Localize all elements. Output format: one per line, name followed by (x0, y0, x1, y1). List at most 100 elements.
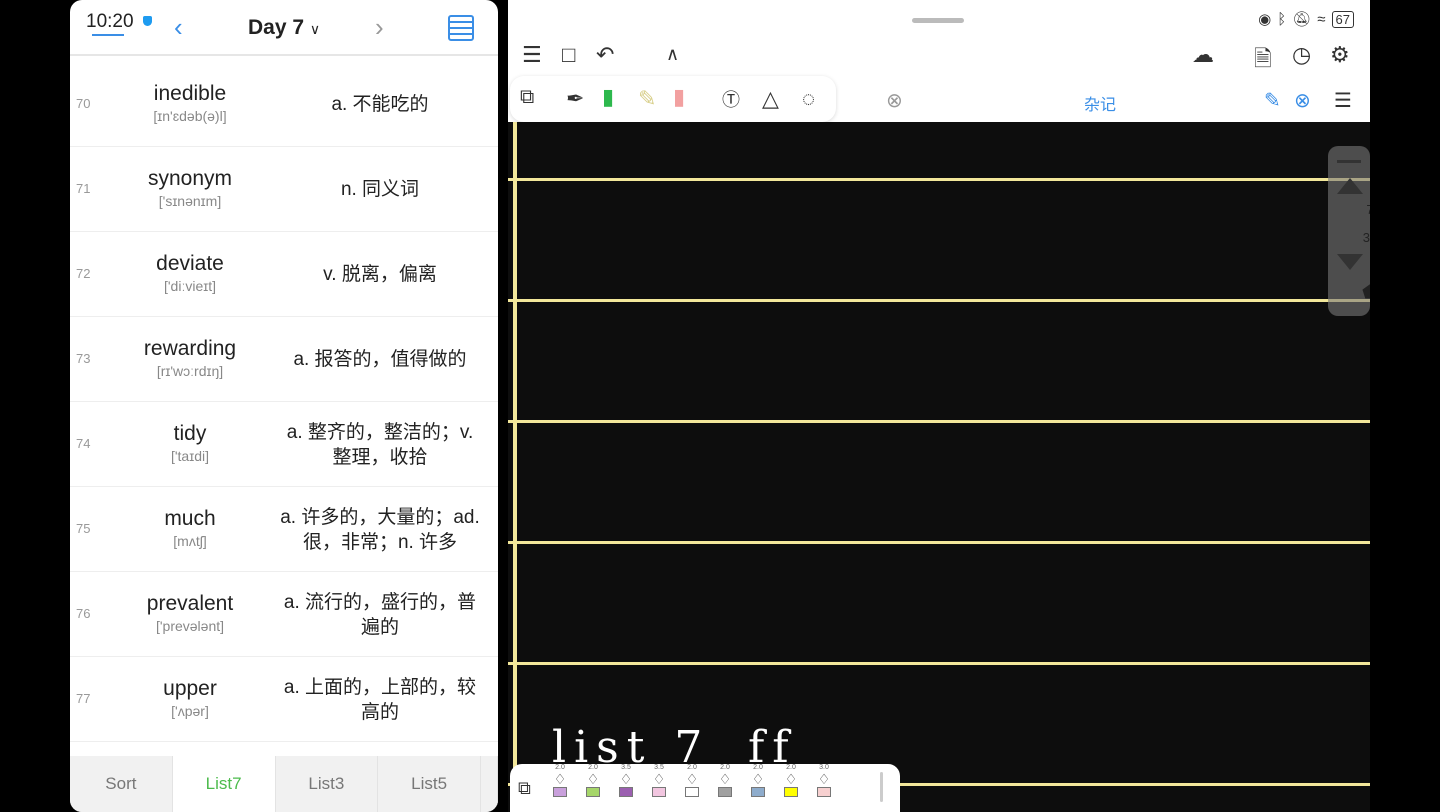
tab-overflow[interactable] (481, 756, 498, 812)
text-box-icon[interactable]: Ⓣ (722, 86, 740, 112)
pen-preset[interactable]: 2.0 ♢ (715, 764, 735, 797)
swap-icon[interactable]: ⧉ (520, 86, 534, 109)
read-mode-icon[interactable]: □ (562, 42, 575, 68)
word-row[interactable]: 77 upper ['ʌpər] a. 上面的，上部的，较高的 (70, 657, 498, 742)
pen-nib-icon: ♢ (817, 771, 831, 787)
row-number: 72 (76, 266, 91, 281)
pen-preset[interactable]: 2.0 ♢ (583, 764, 603, 797)
definition: a. 报答的，值得做的 (275, 317, 485, 402)
definition: a. 流行的，盛行的，普遍的 (275, 572, 485, 657)
pen-color-swatch (685, 787, 699, 797)
pen-size: 2.0 (588, 764, 598, 771)
gear-icon[interactable]: ⚙︎ (1330, 42, 1350, 68)
shield-icon (143, 16, 152, 26)
pen-size: 3.0 (819, 764, 829, 771)
pen-preset[interactable]: 3.5 ♢ (616, 764, 636, 797)
close-icon[interactable]: ⊗ (1294, 88, 1311, 113)
page-up-button[interactable] (1337, 178, 1363, 194)
mute-icon: 🔕︎ (1292, 11, 1312, 28)
page-navigator: 7 30 ⬟ (1328, 146, 1370, 316)
word-row[interactable]: 73 rewarding [rɪ'wɔːrdɪŋ] a. 报答的，值得做的 (70, 317, 498, 402)
tab-list3[interactable]: List3 (276, 756, 379, 812)
day-selector[interactable]: Day 7 ∨ (248, 16, 320, 40)
definition-text: a. 报答的，值得做的 (293, 349, 467, 370)
swap-icon[interactable]: ⧉ (518, 778, 531, 799)
ruled-line (508, 299, 1370, 302)
pen-preset[interactable]: 2.0 ♢ (550, 764, 570, 797)
pen-color-swatch (718, 787, 732, 797)
definition: a. 不能吃的 (275, 62, 485, 147)
definition-text: a. 许多的，大量的；ad. 很，非常；n. 许多 (280, 506, 480, 553)
word: rewarding (143, 337, 237, 360)
pen-nib-icon: ♢ (784, 771, 798, 787)
word: much (164, 507, 216, 530)
layers-icon[interactable]: ⬟ (1349, 282, 1370, 303)
tab-list7[interactable]: List7 (172, 756, 276, 812)
cloud-sync-icon[interactable]: ☁︎ (1192, 42, 1214, 68)
word-row[interactable]: 71 synonym ['sɪnənɪm] n. 同义词 (70, 147, 498, 232)
chevron-down-icon: ∨ (309, 21, 321, 37)
ruled-line (508, 541, 1370, 544)
toolbar: ◉ ᛒ 🔕︎ ≈67 ☰ □ ↶ ∧ ☁︎ 🗎︎ ◷ ⚙︎ ⧉ ✒︎ ▮ ✎︎ ▮ Ⓣ… (508, 0, 1370, 122)
word: tidy (173, 422, 207, 445)
pen-preset[interactable]: 3.5 ♢ (649, 764, 669, 797)
prev-day-button[interactable]: ‹ (174, 12, 183, 43)
pen-size: 2.0 (555, 764, 565, 771)
phonetic: ['ʌpər] (171, 703, 209, 719)
collapse-icon[interactable]: ∧ (666, 44, 679, 65)
clock-icon[interactable]: ◷ (1292, 42, 1311, 68)
definition-text: v. 脱离，偏离 (323, 264, 437, 285)
drag-handle[interactable] (912, 18, 964, 23)
search-document-icon[interactable]: 🗎︎ (1254, 42, 1272, 80)
pen-color-swatch (619, 787, 633, 797)
menu-icon[interactable]: ☰ (522, 42, 542, 68)
pen-preset[interactable]: 2.0 ♢ (748, 764, 768, 797)
phonetic: [ɪn'ɛdəb(ə)l] (153, 108, 227, 124)
pen-preset[interactable]: 3.0 ♢ (814, 764, 834, 797)
definition-text: a. 上面的，上部的，较高的 (283, 676, 477, 723)
eraser-icon[interactable]: ▮ (673, 84, 685, 110)
undo-icon[interactable]: ↶ (596, 42, 614, 68)
wifi-icon: ≈ (1317, 10, 1326, 28)
note-title[interactable]: 杂记 (1084, 91, 1116, 115)
page-down-button[interactable] (1337, 254, 1363, 270)
next-day-button[interactable]: › (375, 12, 384, 43)
lasso-icon[interactable]: ◌ (802, 86, 815, 112)
pen-color-swatch (586, 787, 600, 797)
list-view-icon[interactable] (448, 15, 474, 41)
tab-list5[interactable]: List5 (378, 756, 481, 812)
pen-nib-icon: ♢ (586, 771, 600, 787)
row-number: 73 (76, 351, 91, 366)
word-row[interactable]: 72 deviate ['diːvieɪt] v. 脱离，偏离 (70, 232, 498, 317)
pen-preset[interactable]: 2.0 ♢ (781, 764, 801, 797)
scrollbar[interactable] (880, 772, 883, 802)
page-current: 7 (1366, 202, 1370, 217)
word-row[interactable]: 75 much [mʌtʃ] a. 许多的，大量的；ad. 很，非常；n. 许多 (70, 487, 498, 572)
ruled-line (508, 420, 1370, 423)
minimize-icon[interactable] (1337, 160, 1361, 163)
bluetooth-icon: ᛒ (1277, 10, 1287, 28)
fountain-pen-icon[interactable]: ✒︎ (566, 86, 584, 112)
pen-size: 2.0 (786, 764, 796, 771)
definition: a. 许多的，大量的；ad. 很，非常；n. 许多 (275, 487, 485, 572)
ruled-line (508, 662, 1370, 665)
close-circle-icon[interactable]: ⊗ (886, 88, 903, 113)
status-bar: ◉ ᛒ 🔕︎ ≈67 (1258, 10, 1354, 28)
menu-icon[interactable] (92, 34, 124, 36)
row-number: 75 (76, 521, 91, 536)
word-row[interactable]: 70 inedible [ɪn'ɛdəb(ə)l] a. 不能吃的 (70, 62, 498, 147)
edit-icon[interactable]: ✎︎ (1264, 88, 1281, 113)
shapes-icon[interactable]: △ (762, 86, 779, 112)
highlighter-icon[interactable]: ▮ (602, 84, 614, 110)
tab-sort[interactable]: Sort (70, 756, 173, 812)
pen-preset[interactable]: 2.0 ♢ (682, 764, 702, 797)
header: 10:20 ‹ Day 7 ∨ › (70, 0, 498, 56)
word-row[interactable]: 76 prevalent ['prevələnt] a. 流行的，盛行的，普遍的 (70, 572, 498, 657)
word-row[interactable]: 74 tidy ['taɪdi] a. 整齐的，整洁的；v. 整理，收拾 (70, 402, 498, 487)
pen-color-swatch (784, 787, 798, 797)
definition-text: a. 流行的，盛行的，普遍的 (283, 591, 477, 638)
list-icon[interactable]: ☰ (1334, 88, 1352, 113)
pencil-icon[interactable]: ✎︎ (638, 86, 656, 112)
definition-text: a. 整齐的，整洁的；v. 整理，收拾 (286, 421, 474, 468)
pen-size: 2.0 (753, 764, 763, 771)
